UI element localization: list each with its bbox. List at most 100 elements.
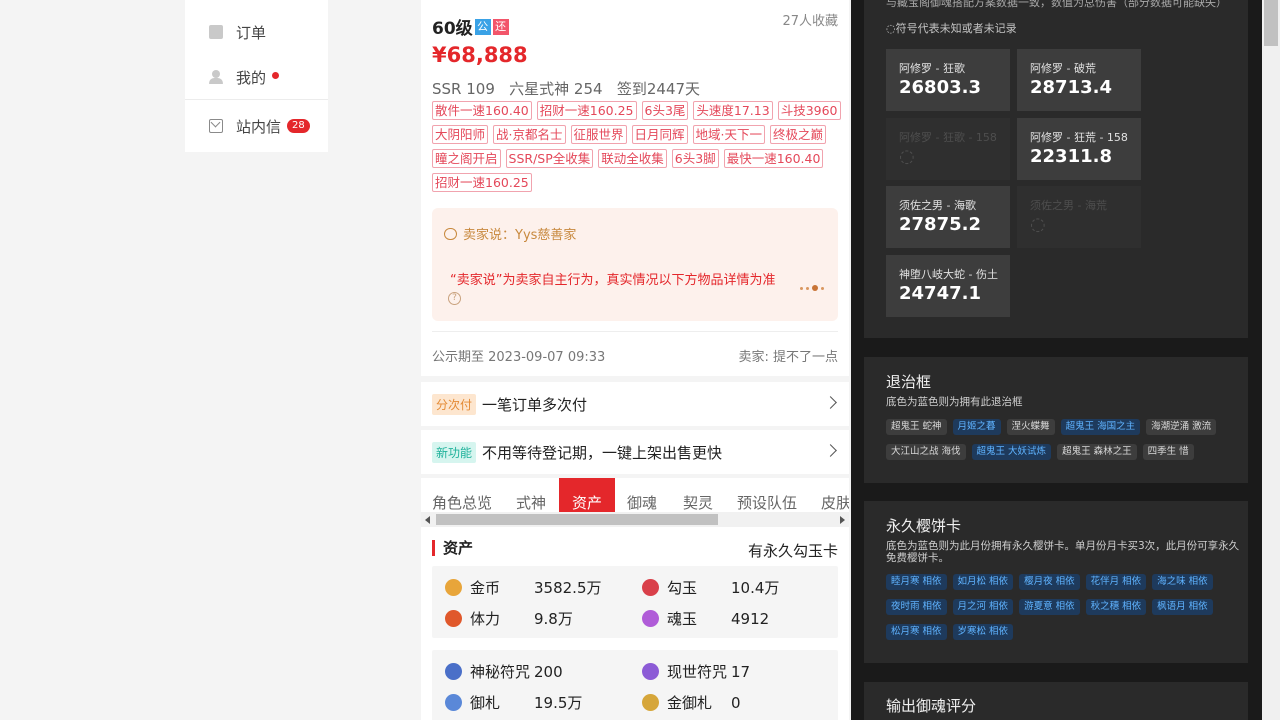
- sakura-month-chip: 睦月寒 相依: [886, 574, 947, 590]
- nav-messages-label: 站内信: [236, 117, 282, 136]
- feature-chip: 6头3尾: [641, 101, 689, 120]
- asset-item: 魂玉 4912: [642, 608, 769, 629]
- soul-jade-icon: [642, 610, 659, 627]
- feature-chip: 瞳之阁开启: [432, 149, 501, 168]
- feature-chip: 散件一速160.40: [432, 101, 532, 120]
- new-feature-text: 不用等待登记期，一键上架出售更快: [482, 443, 723, 462]
- help-icon[interactable]: ?: [448, 292, 461, 305]
- sakura-month-chip: 如月松 相依: [952, 574, 1014, 590]
- asset-name: 金币: [470, 579, 501, 597]
- side-info-panel: 与藏宝阁御魂搭配方案数据一致，数值为总伤害（部分数据可能缺失） ◌符号代表未知或…: [851, 0, 1262, 720]
- asset-name: 现世符咒: [667, 663, 728, 681]
- asset-item: 御札 19.5万: [445, 692, 582, 713]
- panel-note: 与藏宝阁御魂搭配方案数据一致，数值为总伤害（部分数据可能缺失）: [886, 0, 1227, 9]
- feature-chip: 最快一速160.40: [723, 149, 824, 168]
- sakura-chips: 睦月寒 相依 如月松 相依 樱月夜 相依 花伴月 相依 海之味 相依 夜时雨 相依 月之河 …: [886, 574, 1246, 640]
- asset-item: 金御札 0: [642, 692, 741, 713]
- feature-chip: 战·京都名士: [493, 125, 566, 144]
- left-nav: 订单 我的 站内信 28: [185, 0, 328, 152]
- tab-assets[interactable]: 资产: [559, 478, 615, 512]
- tab-mitama[interactable]: 御魂: [627, 478, 657, 512]
- public-tag: 公: [474, 18, 491, 35]
- scroll-left-icon[interactable]: [425, 516, 430, 524]
- mail-icon: [209, 119, 223, 133]
- nav-mine-label: 我的: [236, 68, 267, 87]
- sakura-title: 永久樱饼卡: [886, 517, 962, 535]
- detail-tabs: 角色总览 式神 资产 御魂 契灵 预设队伍 皮肤: [421, 478, 849, 512]
- level-title: 60级 公 还: [432, 14, 509, 39]
- divider: [432, 331, 838, 332]
- tab-skins[interactable]: 皮肤: [821, 478, 849, 512]
- seller-says-text: 卖家说：Yys慈善家: [463, 228, 577, 243]
- user-icon: [209, 70, 223, 84]
- chat-icon: [444, 227, 457, 240]
- mitama-combo-name: 阿修罗 - 狂歌: [899, 62, 965, 75]
- scrollbar-thumb[interactable]: [436, 514, 718, 525]
- sakura-month-chip: 岁寒松 相依: [952, 624, 1014, 640]
- tab-preset-team[interactable]: 预设队伍: [737, 478, 797, 512]
- charm-grid: 神秘符咒 200 现世符咒 17 御札 19.5万 金御札 0: [432, 650, 838, 720]
- product-summary-card: 60级 公 还 27人收藏 ¥68,888 SSR 109 六星式神 254 签…: [421, 0, 849, 376]
- tabs-scrollbar[interactable]: [421, 512, 849, 527]
- return-tag: 还: [492, 18, 509, 35]
- installment-bar[interactable]: 分次付 一笔订单多次付: [421, 382, 849, 426]
- mitama-score-card: 阿修罗 - 破荒 28713.4: [1017, 49, 1141, 111]
- asset-value: 200: [534, 662, 563, 681]
- installment-text: 一笔订单多次付: [482, 395, 588, 414]
- feature-chip: 终极之巅: [770, 125, 827, 144]
- asset-value: 0: [731, 693, 741, 712]
- sakura-month-chip: 海之味 相依: [1152, 574, 1213, 590]
- output-score-panel: 输出御魂评分: [864, 682, 1248, 720]
- sakura-month-chip: 樱月夜 相依: [1019, 574, 1080, 590]
- chevron-right-icon: [824, 444, 837, 457]
- retreat-frame-chip: 四季生 惜: [1142, 444, 1194, 460]
- asset-value: 4912: [731, 609, 770, 628]
- order-icon: [209, 25, 223, 39]
- present-charm-icon: [642, 663, 659, 680]
- coin-icon: [445, 579, 462, 596]
- sakura-month-chip: 松月寒 相依: [886, 624, 947, 640]
- feature-chips: 散件一速160.40 招财一速160.25 6头3尾 头速度17.13 斗技3960 大阴…: [432, 101, 842, 192]
- sakura-card-panel: 永久樱饼卡 底色为蓝色则为此月份拥有永久樱饼卡。单月份月卡买3次，此月份可享永久…: [864, 501, 1248, 663]
- nav-item-mine[interactable]: 我的: [209, 65, 280, 89]
- nav-orders-label: 订单: [236, 23, 267, 42]
- asset-name: 勾玉: [667, 579, 698, 597]
- sakura-month-chip: 夜时雨 相依: [886, 599, 947, 615]
- retreat-frame-chip: 月姬之暮: [952, 419, 1001, 435]
- retreat-frame-chip: 超鬼王 森林之王: [1057, 444, 1137, 460]
- mitama-damage-value: 22311.8: [1030, 146, 1112, 167]
- feature-chip: 联动全收集: [598, 149, 667, 168]
- installment-tag: 分次付: [432, 393, 477, 415]
- retreat-frame-chip: 涅火蝶舞: [1006, 419, 1055, 435]
- favorites-count[interactable]: 27人收藏: [782, 10, 838, 29]
- jade-icon: [642, 579, 659, 596]
- tab-shikigami[interactable]: 式神: [516, 478, 546, 512]
- asset-value: 19.5万: [534, 694, 583, 712]
- mitama-combo-name: 阿修罗 - 狂歌 - 158: [899, 131, 997, 144]
- sakura-month-chip: 游夏意 相依: [1019, 599, 1080, 615]
- retreat-frame-panel: 退治框 底色为蓝色则为拥有此退治框 超鬼王 蛇神 月姬之暮 涅火蝶舞 超鬼王 海国之主…: [864, 357, 1248, 483]
- retreat-desc: 底色为蓝色则为拥有此退治框: [886, 396, 1023, 408]
- asset-item: 神秘符咒 200: [445, 661, 563, 682]
- currency-grid: 金币 3582.5万 勾玉 10.4万 体力 9.8万 魂玉 4912: [432, 566, 838, 638]
- account-stats: SSR 109 六星式神 254 签到2447天: [432, 80, 701, 98]
- asset-name: 体力: [470, 610, 501, 628]
- page-scrollbar-thumb[interactable]: [1264, 0, 1278, 46]
- page-scrollbar[interactable]: [1262, 0, 1280, 720]
- new-feature-bar[interactable]: 新功能 不用等待登记期，一键上架出售更快: [421, 430, 849, 474]
- sakura-month-chip: 月之河 相依: [952, 599, 1014, 615]
- nav-item-orders[interactable]: 订单: [209, 20, 266, 44]
- feature-chip: 头速度17.13: [693, 101, 773, 120]
- carousel-dots[interactable]: [800, 285, 824, 291]
- mitama-score-card: 阿修罗 - 狂歌 26803.3: [886, 49, 1010, 111]
- asset-value: 17: [731, 662, 751, 681]
- asset-name: 御札: [470, 694, 501, 712]
- nav-item-messages[interactable]: 站内信 28: [209, 114, 310, 138]
- feature-chip: 斗技3960: [777, 101, 841, 120]
- asset-item: 现世符咒 17: [642, 661, 750, 682]
- scroll-right-icon[interactable]: [840, 516, 845, 524]
- seller-name[interactable]: 卖家: 提不了一点: [738, 346, 838, 365]
- tab-overview[interactable]: 角色总览: [432, 478, 492, 512]
- tab-contract[interactable]: 契灵: [683, 478, 713, 512]
- jade-card-note: 有永久勾玉卡: [747, 542, 838, 560]
